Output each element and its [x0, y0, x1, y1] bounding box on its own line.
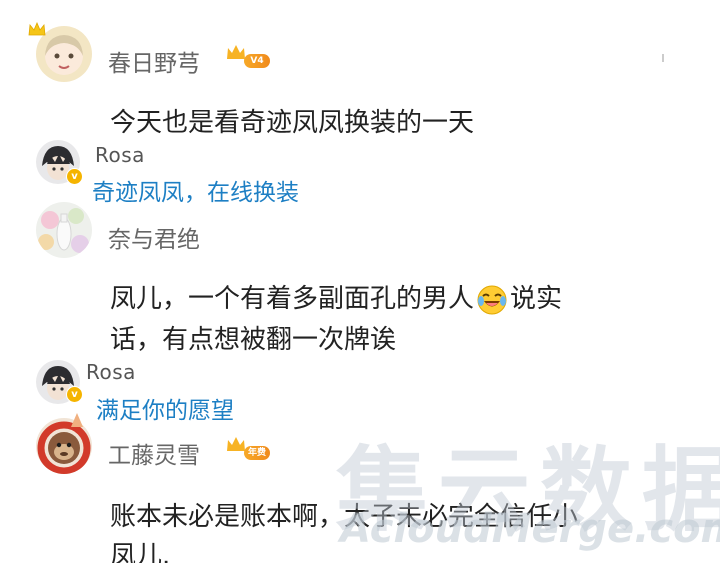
comment-feed: 春日野芎 V4 今天也是看奇迹凤凤换装的一天 v Rosa 奇迹凤凤，在线换装 … — [0, 0, 720, 563]
comment-content-line-3: 话，有点想被翻一次牌诶 — [110, 325, 397, 355]
watermark-en: AcloudMerge.com — [340, 506, 720, 552]
reply-content: 奇迹凤凤，在线换装 — [92, 180, 299, 206]
comment-username[interactable]: 奈与君绝 — [108, 220, 200, 254]
content-line-1: 凤儿，一个有着多副面孔的男人 — [110, 284, 475, 314]
reply-username[interactable]: Rosa — [86, 360, 136, 384]
comment-content: 凤儿，一个有着多副面孔的男人 说实 — [110, 277, 562, 321]
crown-icon — [28, 22, 46, 36]
verified-v-icon: v — [66, 386, 83, 403]
edge-divider — [662, 54, 664, 62]
avatar-frame-icon — [71, 413, 83, 427]
level-badge: V4 — [244, 54, 270, 68]
content-line-2: 说实 — [510, 284, 563, 314]
comment-content-line-2: 凤儿. — [110, 541, 171, 563]
verified-v-icon: v — [66, 168, 83, 185]
avatar-naiyu[interactable] — [36, 202, 92, 258]
vip-crown-icon — [227, 45, 245, 59]
annual-vip-badge: 年费 — [244, 446, 270, 460]
comment-content: 今天也是看奇迹凤凤换装的一天 — [110, 108, 475, 138]
reply-username[interactable]: Rosa — [95, 143, 145, 167]
comment-username[interactable]: 春日野芎 — [108, 44, 200, 78]
laughing-tears-emoji — [477, 285, 507, 314]
comment-username[interactable]: 工藤灵雪 — [108, 436, 200, 470]
vip-crown-icon — [227, 437, 245, 451]
reply-content: 满足你的愿望 — [96, 398, 234, 424]
